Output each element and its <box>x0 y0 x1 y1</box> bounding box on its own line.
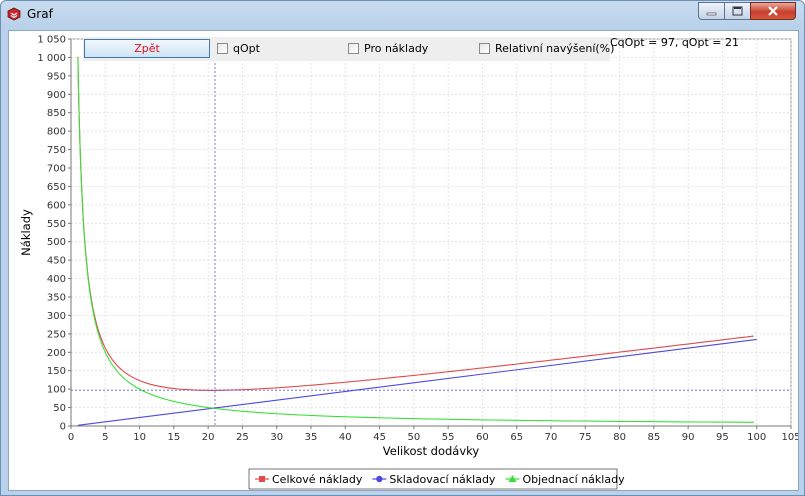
legend-item-storage: Skladovací náklady <box>372 473 496 486</box>
legend-marker <box>376 475 383 483</box>
legend-label: Celkové náklady <box>272 473 363 486</box>
x-tick-label: 20 <box>202 432 215 443</box>
y-tick-label: 350 <box>47 293 66 304</box>
minimize-icon <box>706 12 717 16</box>
qopt-checkbox-box[interactable] <box>217 43 228 54</box>
x-tick-label: 50 <box>407 432 420 443</box>
y-tick-label: 700 <box>47 164 66 175</box>
y-tick-label: 500 <box>47 237 66 248</box>
y-tick-label: 300 <box>47 311 66 322</box>
plot-area <box>70 38 792 427</box>
window: Graf 0 5 10 15 20 25 30 35 40 45 50 55 60 65 70 75 80 85 9… <box>0 0 805 496</box>
y-tick-label: 600 <box>47 200 66 211</box>
title-bar[interactable]: Graf <box>1 1 804 27</box>
chart-legend: Celkové náklady Skladovací náklady Objedna… <box>248 468 625 490</box>
chart-grid <box>70 38 792 427</box>
y-tick-label: 450 <box>47 256 66 267</box>
chart: 0 5 10 15 20 25 30 35 40 45 50 55 60 65 70 75 80 85 90 95 10… <box>19 35 798 490</box>
x-tick-label: 5 <box>102 432 108 443</box>
minimize-button[interactable] <box>698 2 725 20</box>
maximize-icon <box>732 6 743 16</box>
chart-panel: 0 5 10 15 20 25 30 35 40 45 50 55 60 65 70 75 80 85 90 95 10… <box>8 30 799 491</box>
x-tick-label: 105 <box>781 432 798 443</box>
y-tick-label: 0 <box>60 422 66 433</box>
x-tick-label: 30 <box>270 432 283 443</box>
toolbar: Zpět qOpt Pro náklady Relativní navýšení… <box>83 37 614 61</box>
relative-increase-checkbox-label: Relativní navýšení(%) <box>495 42 615 55</box>
x-tick-label: 80 <box>613 432 626 443</box>
cost-checkbox-box[interactable] <box>348 43 359 54</box>
back-button[interactable]: Zpět <box>84 39 210 58</box>
y-axis-label: Náklady <box>19 209 33 256</box>
y-tick-label: 950 <box>47 71 66 82</box>
y-tick-label: 50 <box>53 403 66 414</box>
relative-increase-checkbox-box[interactable] <box>479 43 490 54</box>
x-tick-label: 90 <box>682 432 695 443</box>
y-tick-label: 100 <box>47 385 66 396</box>
x-tick-label: 0 <box>68 432 74 443</box>
x-tick-label: 45 <box>373 432 386 443</box>
legend-label: Skladovací náklady <box>389 473 496 486</box>
y-tick-label: 200 <box>47 348 66 359</box>
window-title: Graf <box>27 7 53 21</box>
x-tick-label: 60 <box>476 432 489 443</box>
x-tick-label: 100 <box>747 432 766 443</box>
y-tick-label: 850 <box>47 108 66 119</box>
x-tick-label: 75 <box>579 432 592 443</box>
qopt-checkbox-label: qOpt <box>233 42 260 55</box>
close-icon <box>768 6 778 16</box>
legend-marker <box>259 476 265 482</box>
legend-item-total: Celkové náklady <box>255 473 363 486</box>
y-tick-label: 250 <box>47 329 66 340</box>
x-tick-label: 55 <box>442 432 455 443</box>
optimum-readout: CqOpt = 97, qOpt = 21 <box>610 36 739 49</box>
x-tick-label: 10 <box>133 432 146 443</box>
cost-checkbox-label: Pro náklady <box>364 42 429 55</box>
x-tick-label: 25 <box>236 432 249 443</box>
y-tick-label: 1 000 <box>37 53 66 64</box>
x-tick-label: 65 <box>510 432 523 443</box>
x-tick-label: 35 <box>305 432 318 443</box>
x-tick-label: 95 <box>716 432 729 443</box>
y-tick-label: 150 <box>47 366 66 377</box>
y-tick-label: 1 050 <box>37 35 66 46</box>
y-tick-label: 900 <box>47 90 66 101</box>
x-tick-label: 15 <box>167 432 180 443</box>
y-tick-label: 750 <box>47 145 66 156</box>
x-tick-label: 40 <box>339 432 352 443</box>
legend-label: Objednací náklady <box>522 473 625 486</box>
close-button[interactable] <box>750 2 796 20</box>
legend-item-order: Objednací náklady <box>505 473 625 486</box>
x-tick-label: 85 <box>647 432 660 443</box>
maximize-button[interactable] <box>724 2 751 20</box>
app-icon <box>7 7 21 21</box>
y-tick-label: 400 <box>47 274 66 285</box>
y-tick-label: 650 <box>47 182 66 193</box>
y-tick-label: 550 <box>47 219 66 230</box>
x-axis-label: Velikost dodávky <box>383 444 480 458</box>
y-tick-label: 800 <box>47 127 66 138</box>
x-tick-label: 70 <box>545 432 558 443</box>
